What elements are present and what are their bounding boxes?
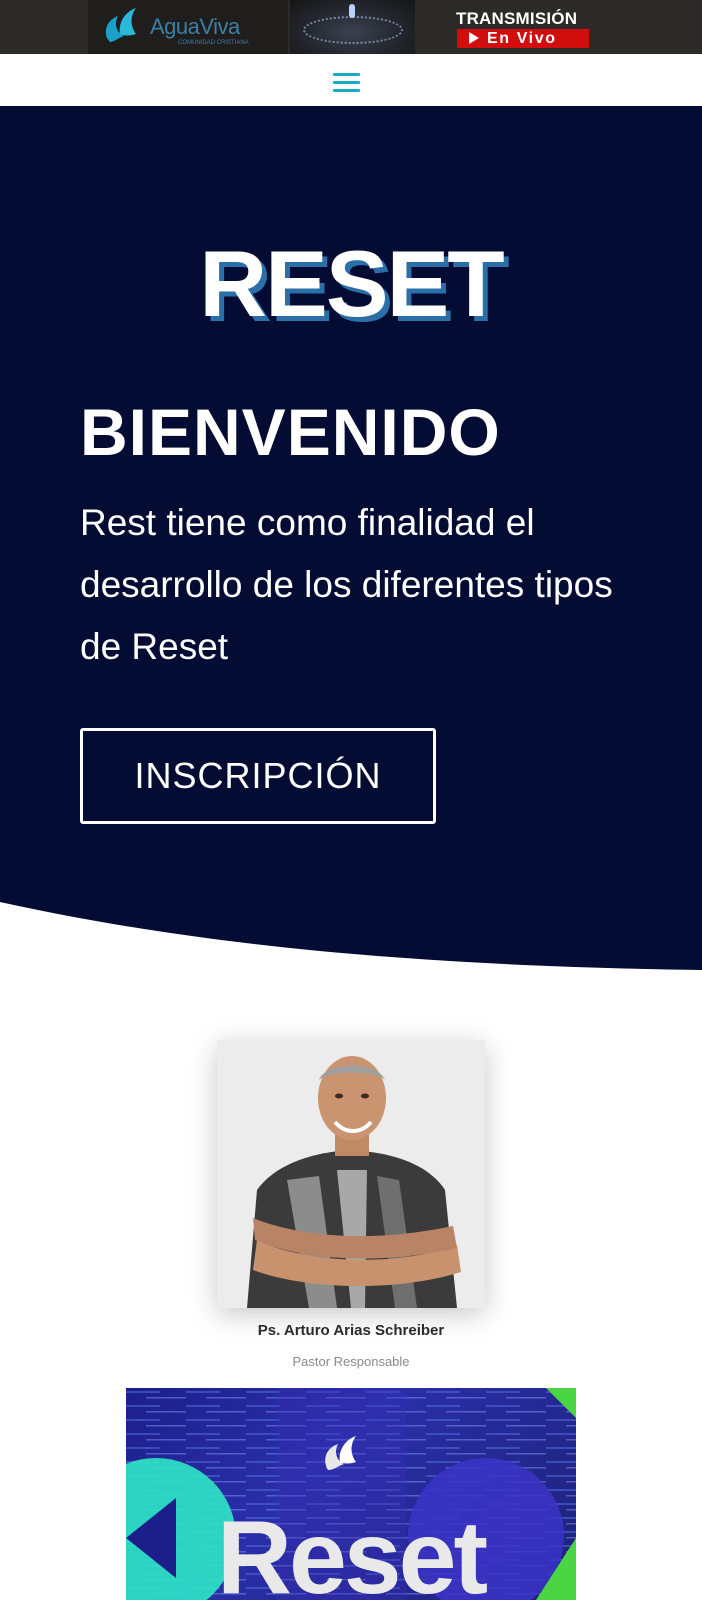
aguaviva-logo-subtext: COMUNIDAD CRISTIANA (178, 40, 249, 46)
reset-poster-title: Reset (217, 1500, 488, 1600)
navigation-bar (0, 54, 702, 106)
pastor-role: Pastor Responsable (292, 1354, 410, 1369)
live-button-label: En Vivo (487, 30, 557, 47)
stage-light (349, 4, 355, 18)
live-transmission-title[interactable]: TRANSMISIÓN (456, 9, 577, 29)
welcome-heading: BIENVENIDO (80, 395, 501, 469)
stage-ring (303, 16, 403, 44)
pastor-name: Ps. Arturo Arias Schreiber (257, 1322, 445, 1339)
aguaviva-logo-icon (105, 8, 136, 42)
pastor-photo (217, 1040, 485, 1308)
live-button[interactable]: En Vivo (457, 29, 589, 48)
hero-section: RESET BIENVENIDO Rest tiene como finalid… (0, 106, 702, 976)
aguaviva-logo-text: AguaViva (150, 14, 240, 39)
top-banner[interactable]: AguaViva COMUNIDAD CRISTIANA TRANSMISIÓN… (0, 0, 702, 54)
reset-logo: RESET (199, 231, 504, 336)
hamburger-menu-icon[interactable] (333, 73, 360, 93)
reset-poster-image: Reset (126, 1388, 576, 1600)
hero-description: Rest tiene como finalidad el desarrollo … (80, 502, 613, 667)
play-icon (469, 32, 479, 44)
registration-button[interactable]: INSCRIPCIÓN (80, 728, 436, 824)
